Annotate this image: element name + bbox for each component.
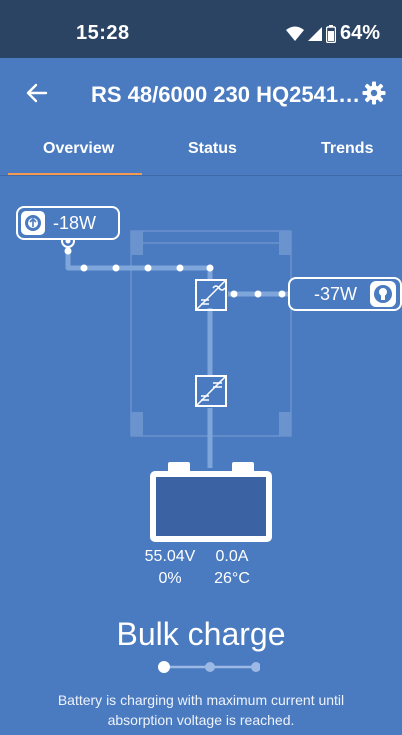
input-power-value: -18W — [53, 212, 97, 233]
stage-dot-float — [251, 662, 260, 672]
power-input-icon — [21, 211, 45, 235]
input-power-badge[interactable]: -18W — [16, 206, 120, 240]
tab-status[interactable]: Status — [188, 140, 237, 158]
battery-voltage: 55.04V — [144, 548, 196, 565]
stage-dot-absorption — [205, 662, 215, 672]
battery-temperature: 26°C — [214, 570, 250, 587]
cell-signal-icon — [307, 26, 322, 41]
output-power-value: -37W — [314, 283, 358, 304]
wifi-icon — [285, 26, 304, 41]
charge-state-label: Bulk charge — [116, 616, 286, 652]
inverter-symbol — [195, 279, 227, 311]
tab-trends[interactable]: Trends — [321, 140, 373, 158]
battery-graphic — [150, 462, 272, 542]
flow-dots — [64, 247, 286, 298]
status-bar: 15:28 64% — [0, 0, 402, 58]
tab-bar: Overview Status Trends — [0, 124, 402, 176]
battery-icon — [325, 24, 336, 43]
back-arrow-icon[interactable] — [26, 82, 48, 104]
charge-stage-stepper — [158, 661, 260, 673]
battery-percent: 64% — [339, 22, 380, 44]
output-power-badge[interactable]: -37W — [288, 277, 402, 311]
charge-state-description: Battery is charging with maximum current… — [57, 692, 345, 728]
status-icons: 64% — [285, 22, 380, 45]
app-bar: RS 48/6000 230 HQ2541… Overview Status T… — [0, 58, 402, 176]
tab-overview[interactable]: Overview — [43, 140, 114, 158]
settings-gear-icon[interactable] — [362, 81, 386, 105]
status-time: 15:28 — [76, 22, 130, 44]
lightbulb-icon — [370, 281, 396, 307]
battery-current: 0.0A — [215, 548, 249, 565]
charger-symbol — [195, 375, 227, 407]
battery-metrics: 55.04V 0.0A 0% 26°C — [0, 546, 402, 590]
system-diagram: -18W -37W — [0, 176, 402, 596]
device-title: RS 48/6000 230 HQ2541… — [91, 82, 361, 107]
stage-dot-bulk — [158, 661, 170, 673]
battery-soc: 0% — [158, 570, 182, 587]
